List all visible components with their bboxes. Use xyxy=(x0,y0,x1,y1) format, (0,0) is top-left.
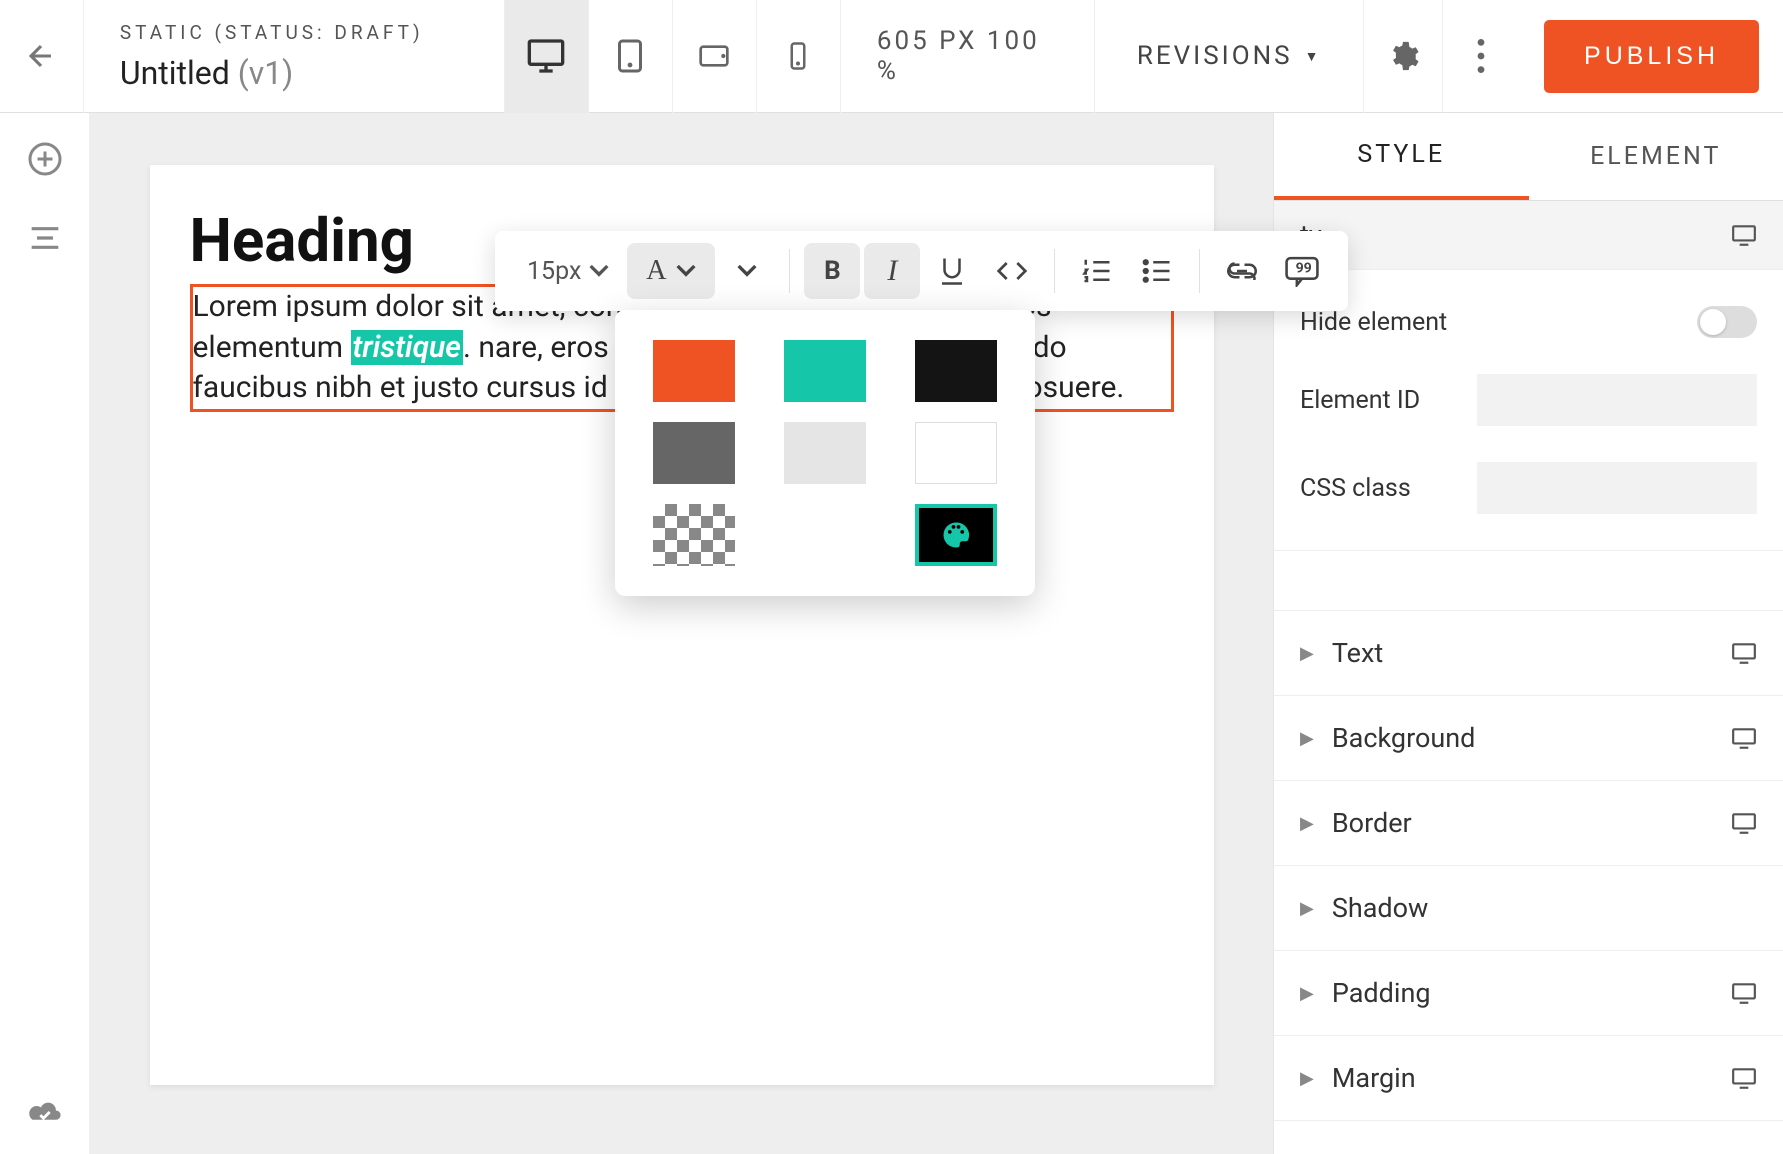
bold-button[interactable]: B xyxy=(804,243,860,299)
color-picker-popover xyxy=(615,310,1035,596)
desktop-icon xyxy=(1731,727,1757,749)
accordion-shadow[interactable]: ▶Shadow xyxy=(1274,866,1783,951)
color-swatch-lightgray[interactable] xyxy=(784,422,866,484)
color-swatch-white[interactable] xyxy=(915,422,997,484)
title-block: STATIC (STATUS: DRAFT) Untitled (v1) xyxy=(84,21,504,92)
font-family-picker[interactable] xyxy=(719,243,775,299)
separator xyxy=(789,249,790,293)
device-desktop-button[interactable] xyxy=(504,0,588,113)
device-switcher xyxy=(504,0,840,113)
chevron-down-icon xyxy=(676,264,696,278)
desktop-icon xyxy=(1731,1067,1757,1089)
general-section: Hide element Element ID CSS class xyxy=(1274,270,1783,551)
underline-button[interactable] xyxy=(924,243,980,299)
code-button[interactable] xyxy=(984,243,1040,299)
ordered-list-button[interactable] xyxy=(1069,243,1125,299)
element-id-input[interactable] xyxy=(1477,374,1757,426)
accordion-padding[interactable]: ▶Padding xyxy=(1274,951,1783,1036)
palette-icon xyxy=(939,520,973,550)
arrow-left-icon xyxy=(24,39,58,73)
quote-icon: 99 xyxy=(1284,255,1320,287)
accordion-text[interactable]: ▶Text xyxy=(1274,611,1783,696)
color-swatch-gray[interactable] xyxy=(653,422,735,484)
caret-right-icon: ▶ xyxy=(1300,1068,1314,1089)
publish-button[interactable]: PUBLISH xyxy=(1544,20,1759,93)
caret-down-icon: ▼ xyxy=(1305,48,1322,65)
page-title[interactable]: Untitled (v1) xyxy=(120,54,504,92)
save-status xyxy=(26,1098,64,1126)
chevron-down-icon xyxy=(737,264,757,278)
font-size-picker[interactable]: 15px xyxy=(513,243,623,299)
hide-element-toggle[interactable] xyxy=(1697,306,1757,338)
settings-button[interactable] xyxy=(1363,0,1441,113)
gear-icon xyxy=(1386,39,1420,73)
code-icon xyxy=(996,260,1028,282)
revisions-dropdown[interactable]: REVISIONS ▼ xyxy=(1094,0,1364,113)
custom-color-button[interactable] xyxy=(915,504,997,566)
desktop-icon xyxy=(1731,224,1757,246)
color-swatch-black[interactable] xyxy=(915,340,997,402)
bullet-list-button[interactable] xyxy=(1129,243,1185,299)
css-class-input[interactable] xyxy=(1477,462,1757,514)
link-button[interactable] xyxy=(1214,243,1270,299)
separator xyxy=(1199,249,1200,293)
caret-right-icon: ▶ xyxy=(1300,983,1314,1004)
cloud-check-icon xyxy=(26,1098,64,1126)
css-class-label: CSS class xyxy=(1300,474,1411,503)
desktop-icon xyxy=(1731,642,1757,664)
color-swatch-teal[interactable] xyxy=(784,340,866,402)
tab-element[interactable]: ELEMENT xyxy=(1529,113,1783,200)
quote-button[interactable]: 99 xyxy=(1274,243,1330,299)
canvas-dimensions[interactable]: 605 PX 100 % xyxy=(840,0,1094,113)
page-version: (v1) xyxy=(238,54,294,92)
device-tablet-landscape-button[interactable] xyxy=(672,0,756,113)
caret-right-icon: ▶ xyxy=(1300,728,1314,749)
visibility-section-header[interactable]: ty xyxy=(1274,201,1783,270)
tab-style[interactable]: STYLE xyxy=(1274,113,1529,200)
separator xyxy=(1054,249,1055,293)
align-center-icon xyxy=(29,225,61,251)
top-bar: STATIC (STATUS: DRAFT) Untitled (v1) 605… xyxy=(0,0,1783,113)
more-vertical-icon xyxy=(1477,39,1485,73)
text-toolbar: 15px A B I 99 xyxy=(495,231,1348,311)
more-button[interactable] xyxy=(1442,0,1520,113)
tablet-landscape-icon xyxy=(694,40,734,72)
italic-button[interactable]: I xyxy=(864,243,920,299)
underline-icon xyxy=(939,256,965,286)
plus-circle-icon xyxy=(27,141,63,177)
bullet-list-icon xyxy=(1142,258,1172,284)
chevron-down-icon xyxy=(589,264,609,278)
desktop-icon xyxy=(1731,812,1757,834)
caret-right-icon: ▶ xyxy=(1300,643,1314,664)
tablet-icon xyxy=(612,38,648,74)
desktop-icon xyxy=(526,36,566,76)
link-icon xyxy=(1227,262,1257,280)
accordion-margin[interactable]: ▶Margin xyxy=(1274,1036,1783,1121)
inspector-panel: STYLE ELEMENT ty Hide element Element ID… xyxy=(1273,113,1783,1154)
device-mobile-button[interactable] xyxy=(756,0,840,113)
accordion-background[interactable]: ▶Background xyxy=(1274,696,1783,781)
device-tablet-button[interactable] xyxy=(588,0,672,113)
caret-right-icon: ▶ xyxy=(1300,813,1314,834)
mobile-icon xyxy=(783,38,813,74)
hide-element-label: Hide element xyxy=(1300,308,1447,337)
center-align-button[interactable] xyxy=(29,225,61,251)
color-swatch-transparent[interactable] xyxy=(653,504,735,566)
font-color-button[interactable]: A xyxy=(627,243,715,299)
ordered-list-icon xyxy=(1082,258,1112,284)
add-element-button[interactable] xyxy=(27,141,63,177)
color-swatch-orange[interactable] xyxy=(653,340,735,402)
page-status: STATIC (STATUS: DRAFT) xyxy=(120,21,504,44)
element-id-label: Element ID xyxy=(1300,386,1420,415)
selected-text: tristique xyxy=(351,330,463,365)
desktop-icon xyxy=(1731,982,1757,1004)
svg-text:99: 99 xyxy=(1296,260,1312,276)
back-button[interactable] xyxy=(0,0,84,113)
accordion-border[interactable]: ▶Border xyxy=(1274,781,1783,866)
panel-tabs: STYLE ELEMENT xyxy=(1274,113,1783,201)
caret-right-icon: ▶ xyxy=(1300,898,1314,919)
left-rail xyxy=(0,113,90,1154)
